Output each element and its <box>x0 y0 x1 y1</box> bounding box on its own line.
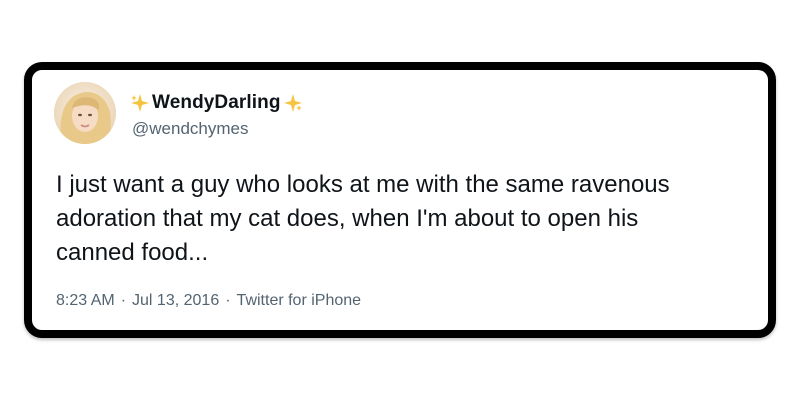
tweet-metadata: 8:23 AM · Jul 13, 2016 · Twitter for iPh… <box>56 290 361 312</box>
tweet-source[interactable]: Twitter for iPhone <box>237 290 362 312</box>
tweet-text-line: canned food... <box>56 239 209 266</box>
separator-dot: · <box>120 292 127 309</box>
avatar[interactable] <box>54 82 116 144</box>
tweet-text-line: I just want a guy who looks at me with t… <box>56 171 670 198</box>
name-row[interactable]: WendyDarling <box>130 90 303 116</box>
tweet-card: WendyDarling @wendchymes I just want a g… <box>24 62 776 338</box>
tweet-text: I just want a guy who looks at me with t… <box>56 168 756 270</box>
separator-dot: · <box>225 292 231 309</box>
user-handle[interactable]: @wendchymes <box>132 118 248 140</box>
tweet-date[interactable]: Jul 13, 2016 <box>132 290 219 312</box>
display-name[interactable]: WendyDarling <box>152 90 281 116</box>
avatar-image <box>54 82 116 144</box>
tweet-text-line: adoration that my cat does, when I'm abo… <box>56 205 639 232</box>
sparkles-icon <box>130 93 150 113</box>
sparkles-icon <box>283 93 303 113</box>
tweet-time[interactable]: 8:23 AM <box>56 290 115 312</box>
